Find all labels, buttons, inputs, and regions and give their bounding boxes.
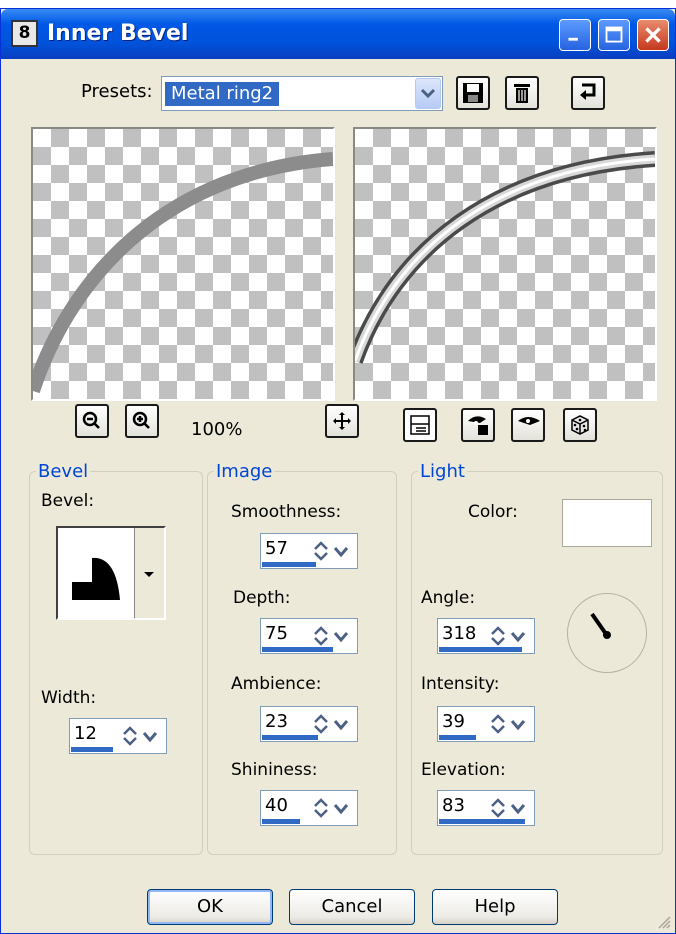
bevel-shape-icon [72, 557, 120, 600]
bevel-dropdown-arrow[interactable] [134, 528, 164, 618]
spin-arrows-icon[interactable] [490, 713, 530, 735]
spin-arrows-icon[interactable] [313, 625, 353, 647]
chevron-down-icon [144, 572, 154, 577]
depth-label: Depth: [233, 588, 291, 608]
presets-value: Metal ring2 [163, 81, 281, 107]
reset-button[interactable] [571, 76, 605, 110]
shininess-value: 40 [265, 795, 288, 816]
bevel-legend: Bevel [38, 461, 89, 482]
ambience-value: 23 [265, 711, 288, 732]
proof-icon [410, 415, 430, 435]
delete-preset-button[interactable] [505, 76, 539, 110]
spin-arrows-icon[interactable] [313, 540, 353, 562]
presets-dropdown-arrow[interactable] [415, 78, 441, 109]
minimize-button[interactable] [559, 19, 591, 51]
image-legend: Image [216, 461, 273, 482]
ambience-label: Ambience: [231, 674, 322, 694]
color-label: Color: [468, 502, 518, 522]
spin-arrows-icon[interactable] [313, 713, 353, 735]
resize-grip-icon[interactable] [655, 913, 671, 929]
zoom-out-button[interactable] [75, 404, 109, 438]
ambience-spinner[interactable]: 23 [260, 706, 358, 742]
zoom-in-icon [132, 411, 150, 429]
pan-button[interactable] [325, 404, 359, 438]
angle-dial-needle [590, 612, 611, 639]
randomize-button[interactable] [563, 408, 597, 442]
close-icon [645, 27, 661, 43]
before-image [33, 152, 333, 394]
save-preset-icon [463, 83, 483, 103]
width-value: 12 [74, 723, 97, 744]
angle-spinner[interactable]: 318 [437, 618, 535, 654]
shininess-spinner[interactable]: 40 [260, 790, 358, 826]
proof-button[interactable] [403, 408, 437, 442]
zoom-out-icon [82, 411, 100, 429]
spin-arrows-icon[interactable] [490, 797, 530, 819]
light-color-swatch[interactable] [562, 499, 652, 547]
hide-original-button[interactable] [511, 408, 545, 442]
maximize-icon [605, 26, 623, 43]
pan-icon [333, 412, 351, 430]
light-legend: Light [420, 461, 465, 482]
help-button[interactable]: Help [432, 889, 558, 925]
presets-label: Presets: [81, 81, 153, 102]
delete-preset-icon [514, 84, 530, 103]
width-spinner[interactable]: 12 [69, 718, 167, 754]
bevel-shape-selector[interactable] [56, 526, 166, 620]
maximize-button[interactable] [598, 19, 630, 51]
close-button[interactable] [637, 19, 669, 51]
intensity-level-bar [439, 735, 476, 740]
preview-after[interactable] [353, 127, 657, 401]
smoothness-label: Smoothness: [231, 502, 342, 522]
depth-level-bar [262, 647, 333, 652]
zoom-level: 100% [191, 419, 243, 440]
angle-label: Angle: [421, 588, 476, 608]
preview-before[interactable] [31, 127, 335, 401]
save-preset-button[interactable] [456, 76, 490, 110]
smoothness-level-bar [262, 562, 316, 567]
spin-arrows-icon[interactable] [313, 797, 353, 819]
width-label: Width: [41, 688, 97, 708]
intensity-value: 39 [442, 711, 465, 732]
window-title: Inner Bevel [47, 21, 189, 46]
bevel-label: Bevel: [41, 491, 95, 511]
shininess-level-bar [262, 819, 300, 824]
width-level-bar [71, 747, 114, 752]
light-angle-dial[interactable] [567, 593, 647, 673]
title-bar[interactable]: 8 Inner Bevel [1, 9, 675, 59]
hide-original-icon [518, 417, 540, 425]
ambience-level-bar [262, 735, 319, 740]
show-original-button[interactable] [461, 408, 495, 442]
bevel-group: Bevel [29, 461, 203, 855]
shininess-label: Shininess: [231, 760, 318, 780]
show-original-icon [468, 416, 488, 435]
ok-button[interactable]: OK [147, 889, 273, 925]
elevation-level-bar [439, 819, 526, 824]
randomize-icon [571, 415, 589, 435]
minimize-icon [568, 37, 578, 41]
elevation-spinner[interactable]: 83 [437, 790, 535, 826]
elevation-label: Elevation: [421, 760, 506, 780]
intensity-label: Intensity: [421, 674, 500, 694]
spin-arrows-icon[interactable] [490, 625, 530, 647]
angle-level-bar [439, 647, 522, 652]
chevron-down-icon [420, 88, 436, 99]
intensity-spinner[interactable]: 39 [437, 706, 535, 742]
smoothness-value: 57 [265, 538, 288, 559]
app-icon[interactable]: 8 [11, 20, 38, 47]
elevation-value: 83 [442, 795, 465, 816]
smoothness-spinner[interactable]: 57 [260, 533, 358, 569]
depth-value: 75 [265, 623, 288, 644]
after-image [355, 151, 655, 364]
presets-dropdown[interactable]: Metal ring2 [161, 76, 443, 111]
spin-arrows-icon[interactable] [122, 725, 162, 747]
dialog-window: 8 Inner Bevel Presets: Metal ring2 100% … [0, 8, 676, 934]
reset-icon [580, 83, 596, 100]
cancel-button[interactable]: Cancel [289, 889, 415, 925]
depth-spinner[interactable]: 75 [260, 618, 358, 654]
angle-value: 318 [442, 623, 477, 644]
zoom-in-button[interactable] [125, 404, 159, 438]
